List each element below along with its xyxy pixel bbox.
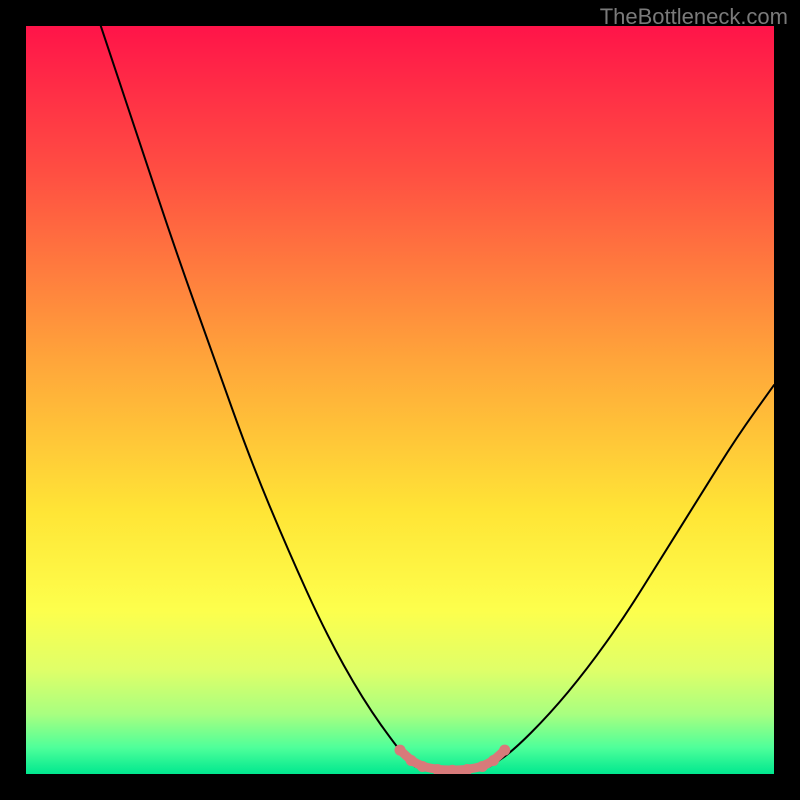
series-highlight-bottom-dot	[417, 761, 428, 772]
series-highlight-bottom-dot	[477, 761, 488, 772]
series-highlight-bottom-dot	[488, 755, 499, 766]
chart-svg	[26, 26, 774, 774]
series-highlight-bottom-dot	[499, 745, 510, 756]
series-highlight-bottom-dot	[406, 755, 417, 766]
chart-container: TheBottleneck.com	[0, 0, 800, 800]
plot-area	[26, 26, 774, 774]
series-highlight-bottom-dot	[395, 745, 406, 756]
watermark-text: TheBottleneck.com	[600, 4, 788, 30]
